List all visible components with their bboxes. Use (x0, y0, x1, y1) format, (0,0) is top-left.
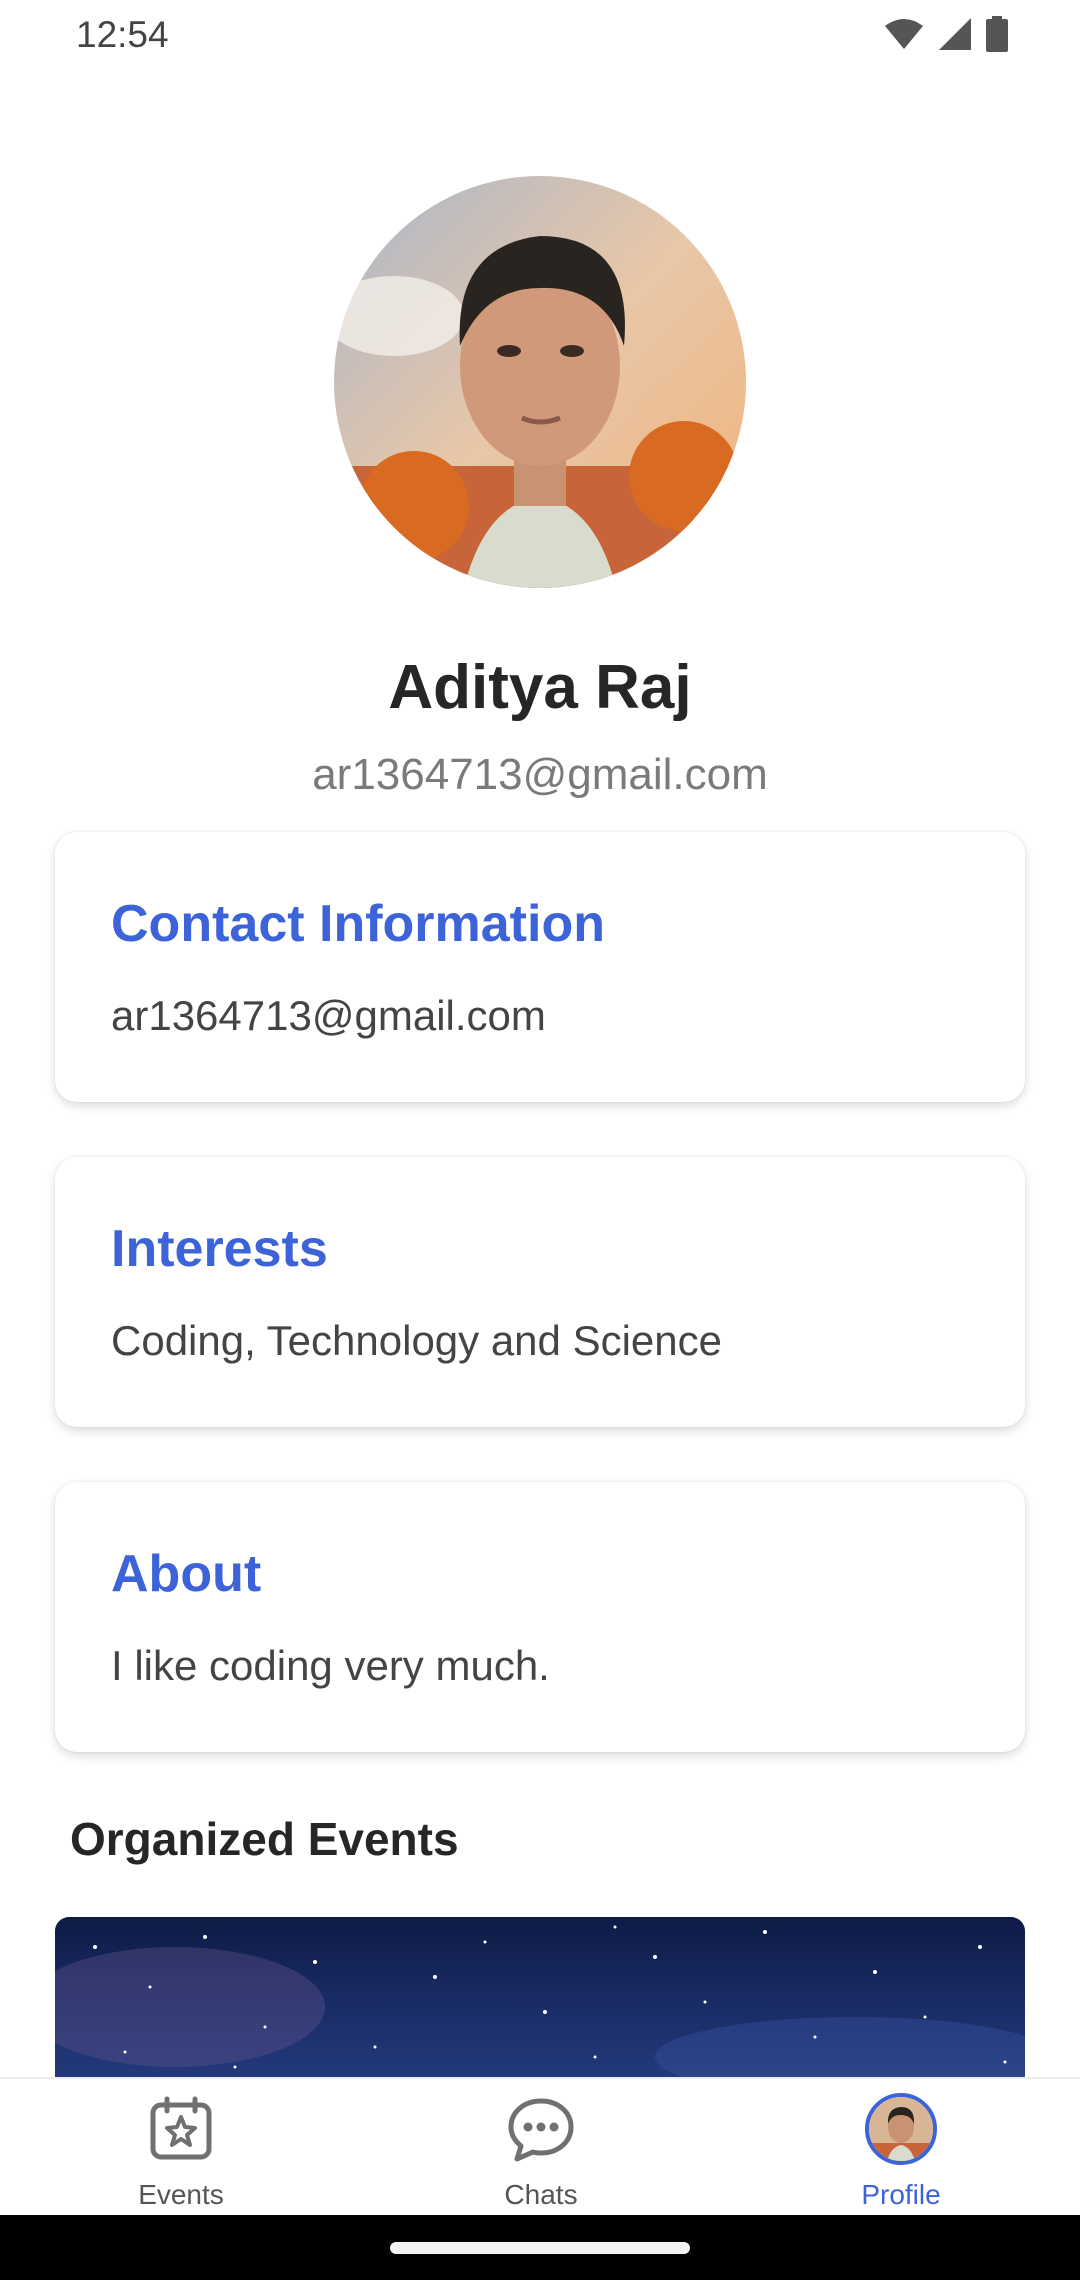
organized-events-heading: Organized Events (70, 1813, 459, 1865)
about-text: I like coding very much. (111, 1642, 550, 1689)
signal-icon (939, 18, 971, 50)
chat-bubble-icon (508, 2098, 574, 2162)
profile-photo (334, 176, 746, 588)
starry-sky-image (55, 1925, 1025, 2077)
profile-email: ar1364713@gmail.com (312, 750, 768, 799)
interests-card: Interests Coding, Technology and Science (55, 1157, 1025, 1427)
interests-title: Interests (111, 1220, 328, 1278)
profile-avatar-small (865, 2093, 937, 2165)
status-bar: 12:54 (0, 0, 1080, 72)
contact-information-title: Contact Information (111, 895, 605, 953)
battery-icon (986, 16, 1008, 52)
calendar-star-icon (150, 2096, 212, 2160)
nav-events-label: Events (138, 2179, 224, 2210)
nav-profile[interactable]: Profile (801, 2079, 1001, 2217)
home-gesture-handle[interactable] (390, 2242, 690, 2254)
profile-photo-small (869, 2097, 933, 2161)
wifi-icon (885, 19, 923, 49)
nav-events[interactable]: Events (81, 2079, 281, 2217)
bottom-navigation: Events Chats Profile (0, 2077, 1080, 2215)
nav-chats[interactable]: Chats (441, 2079, 641, 2217)
system-gesture-bar (0, 2215, 1080, 2280)
profile-avatar[interactable] (334, 176, 746, 588)
status-time: 12:54 (76, 14, 169, 55)
event-card-image[interactable] (55, 1917, 1025, 2077)
contact-information-card: Contact Information ar1364713@gmail.com (55, 832, 1025, 1102)
about-card: About I like coding very much. (55, 1482, 1025, 1752)
about-title: About (111, 1545, 262, 1603)
status-icons (884, 16, 1008, 52)
nav-profile-label: Profile (861, 2179, 941, 2210)
nav-chats-label: Chats (504, 2179, 578, 2210)
contact-information-email: ar1364713@gmail.com (111, 992, 546, 1039)
profile-name: Aditya Raj (388, 653, 692, 722)
interests-text: Coding, Technology and Science (111, 1317, 722, 1364)
